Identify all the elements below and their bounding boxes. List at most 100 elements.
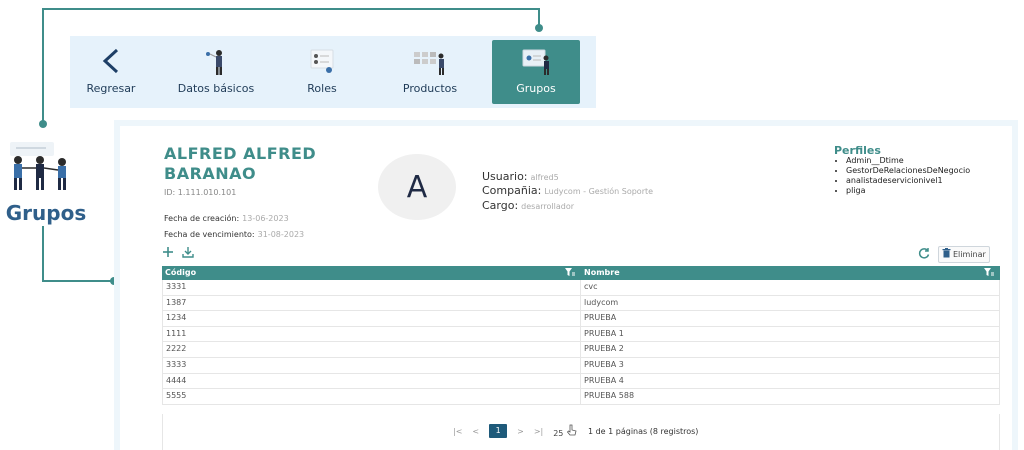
compania-value: Ludycom - Gestión Soporte <box>544 187 654 196</box>
pointer-cursor-icon <box>566 424 578 438</box>
nav-item-label: Roles <box>307 82 337 95</box>
screenshot-root: Grupos Regresar Datos básicos Roles Prod… <box>0 0 1024 450</box>
perfiles-list: Admin__Dtime GestorDeRelacionesDeNegocio… <box>838 156 970 196</box>
cargo-value: desarrollador <box>521 202 575 211</box>
expiry-date: Fecha de vencimiento: 31-08-2023 <box>164 230 304 239</box>
groups-table: Código Nombre 3331 cvc 1387 ludycom 1234 PR… <box>162 266 1000 405</box>
chevron-left-icon <box>101 48 121 77</box>
column-header-label: Nombre <box>584 268 620 277</box>
nav-item-label: Grupos <box>516 82 556 95</box>
perfil-item: GestorDeRelacionesDeNegocio <box>846 166 970 176</box>
expiry-date-label: Fecha de vencimiento: <box>164 230 255 239</box>
creation-date: Fecha de creación: 13-06-2023 <box>164 214 289 223</box>
next-page-button[interactable]: > <box>517 427 524 436</box>
last-page-button[interactable]: >| <box>534 427 543 436</box>
usuario-row: Usuario: alfred5 <box>482 170 559 183</box>
first-page-button[interactable]: |< <box>453 427 462 436</box>
groups-icon <box>521 48 551 79</box>
expiry-date-value: 31-08-2023 <box>257 230 305 239</box>
creation-date-label: Fecha de creación: <box>164 214 240 223</box>
perfil-item: Admin__Dtime <box>846 156 970 166</box>
perfil-item: pliga <box>846 186 970 196</box>
connector-dot <box>535 24 543 32</box>
connector-line <box>42 8 44 124</box>
filter-icon[interactable] <box>984 267 994 282</box>
column-header-nombre[interactable]: Nombre <box>581 266 1000 280</box>
table-row[interactable]: 1111 PRUEBA 1 <box>162 326 1000 343</box>
cell-codigo: 5555 <box>163 389 581 404</box>
connector-line <box>42 8 540 10</box>
nav-item-label: Datos básicos <box>177 82 255 95</box>
table-actions-left <box>162 246 194 262</box>
table-header: Código Nombre <box>162 266 1000 280</box>
user-detail-card: ALFRED ALFRED BARANAO ID: 1.111.010.101 … <box>114 120 1018 450</box>
pagination: |< < 1 > >| 25 1 de 1 páginas (8 registr… <box>453 424 698 438</box>
table-row[interactable]: 5555 PRUEBA 588 <box>162 389 1000 405</box>
page-size-select[interactable]: 25 <box>553 424 578 438</box>
cell-nombre: PRUEBA 2 <box>584 344 624 354</box>
usuario-value: alfred5 <box>530 173 559 182</box>
pagination-summary: 1 de 1 páginas (8 registros) <box>587 426 699 436</box>
cell-codigo: 3333 <box>163 357 581 373</box>
avatar: A <box>378 154 456 220</box>
connector-line <box>42 280 114 282</box>
cell-nombre: ludycom <box>584 297 619 307</box>
trash-icon <box>942 248 951 261</box>
table-row[interactable]: 1387 ludycom <box>162 295 1000 312</box>
table-row[interactable]: 1234 PRUEBA <box>162 311 1000 327</box>
cell-nombre: PRUEBA 588 <box>584 391 635 401</box>
user-name: ALFRED ALFRED BARANAO <box>164 144 317 183</box>
cell-codigo: 4444 <box>163 373 581 389</box>
page-size-value: 25 <box>553 429 564 438</box>
prev-page-button[interactable]: < <box>472 427 479 436</box>
connector-line <box>42 226 44 282</box>
cell-nombre: PRUEBA 3 <box>584 359 624 369</box>
connector-dot <box>39 120 47 128</box>
table-row[interactable]: 4444 PRUEBA 4 <box>162 373 1000 390</box>
table-row[interactable]: 2222 PRUEBA 2 <box>162 342 1000 358</box>
nav-tab-grupos[interactable]: Grupos <box>492 40 580 104</box>
add-button[interactable] <box>162 246 174 262</box>
cell-nombre: PRUEBA 1 <box>584 328 624 338</box>
current-page-button[interactable]: 1 <box>489 424 508 438</box>
cell-nombre: PRUEBA 4 <box>584 375 624 385</box>
nav-tab-roles[interactable]: Roles <box>290 40 354 104</box>
roles-icon <box>307 48 337 79</box>
nav-item-label: Productos <box>402 82 458 95</box>
cell-codigo: 1387 <box>163 295 581 311</box>
cargo-label: Cargo: <box>482 199 519 212</box>
column-header-label: Código <box>165 268 197 277</box>
products-icon <box>412 48 448 79</box>
cell-codigo: 1234 <box>163 311 581 326</box>
creation-date-value: 13-06-2023 <box>242 214 289 223</box>
cell-codigo: 1111 <box>163 326 581 342</box>
cell-codigo: 2222 <box>163 342 581 357</box>
nav-tab-datos-basicos[interactable]: Datos básicos <box>170 40 262 104</box>
person-data-icon <box>203 48 229 79</box>
filter-icon[interactable] <box>565 267 575 282</box>
table-row[interactable]: 3333 PRUEBA 3 <box>162 357 1000 374</box>
delete-button-label: Eliminar <box>953 250 986 259</box>
refresh-button[interactable] <box>918 247 930 263</box>
download-button[interactable] <box>182 246 194 262</box>
column-header-codigo[interactable]: Código <box>162 266 581 280</box>
cell-nombre: PRUEBA <box>584 313 617 323</box>
groups-illustration-icon <box>4 140 84 200</box>
nav-back-button[interactable]: Regresar <box>80 40 142 104</box>
cargo-row: Cargo: desarrollador <box>482 199 574 212</box>
callout-label: Grupos <box>5 201 87 225</box>
user-id: ID: 1.111.010.101 <box>164 188 237 197</box>
compania-row: Compañia: Ludycom - Gestión Soporte <box>482 184 653 197</box>
table-row[interactable]: 3331 cvc <box>162 280 1000 296</box>
cell-nombre: cvc <box>584 282 598 291</box>
nav-tab-productos[interactable]: Productos <box>388 40 472 104</box>
table-footer: |< < 1 > >| 25 1 de 1 páginas (8 registr… <box>162 414 1000 450</box>
table-actions-right: Eliminar <box>918 246 990 263</box>
compania-label: Compañia: <box>482 184 542 197</box>
perfil-item: analistadeservicionivel1 <box>846 176 970 186</box>
nav-item-label: Regresar <box>86 82 136 95</box>
cell-codigo: 3331 <box>163 280 581 295</box>
usuario-label: Usuario: <box>482 170 528 183</box>
delete-button[interactable]: Eliminar <box>938 246 990 263</box>
top-navigation: Regresar Datos básicos Roles Productos G… <box>70 36 596 108</box>
